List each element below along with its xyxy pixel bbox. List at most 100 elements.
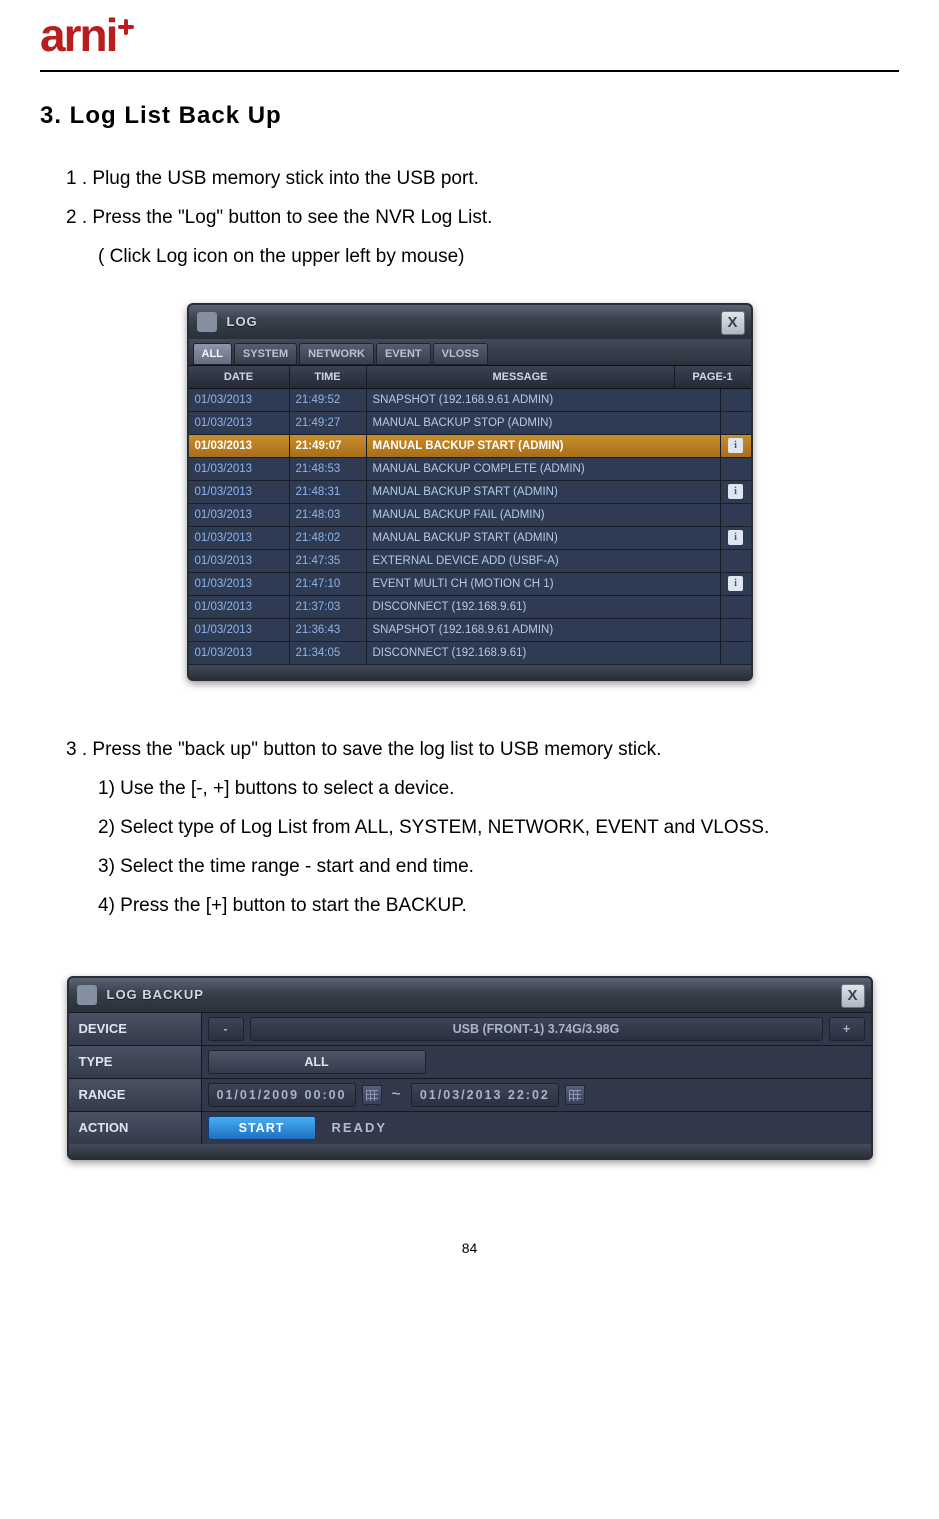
log-cell-time: 21:48:31 xyxy=(290,481,367,503)
brand-logo-text: arni xyxy=(40,8,116,62)
section-title: 3. Log List Back Up xyxy=(40,102,899,130)
log-window: LOG X ALLSYSTEMNETWORKEVENTVLOSS DATE TI… xyxy=(187,303,753,681)
log-cell-info xyxy=(721,458,751,480)
log-row[interactable]: 01/03/201321:48:31MANUAL BACKUP START (A… xyxy=(189,481,751,504)
log-cell-date: 01/03/2013 xyxy=(189,642,290,664)
device-plus-button[interactable]: + xyxy=(829,1017,865,1041)
log-footer xyxy=(189,665,751,679)
device-minus-button[interactable]: - xyxy=(208,1017,244,1041)
log-cell-date: 01/03/2013 xyxy=(189,412,290,434)
log-cell-time: 21:49:52 xyxy=(290,389,367,411)
device-value: USB (FRONT-1) 3.74G/3.98G xyxy=(250,1017,823,1041)
log-cell-info[interactable] xyxy=(721,527,751,549)
step-2-text: 2 . Press the "Log" button to see the NV… xyxy=(40,199,899,238)
log-backup-titlebar: LOG BACKUP X xyxy=(69,978,871,1012)
log-backup-footer xyxy=(69,1144,871,1158)
log-cell-message: MANUAL BACKUP START (ADMIN) xyxy=(367,481,721,503)
calendar-icon[interactable] xyxy=(362,1085,382,1105)
log-cell-message: MANUAL BACKUP START (ADMIN) xyxy=(367,527,721,549)
range-row: RANGE 01/01/2009 00:00 ~ 01/03/2013 22:0… xyxy=(69,1078,871,1111)
col-time-head: TIME xyxy=(290,366,367,388)
log-cell-info xyxy=(721,596,751,618)
log-tab-all[interactable]: ALL xyxy=(193,343,232,365)
action-row: ACTION START READY xyxy=(69,1111,871,1144)
log-backup-title-icon xyxy=(77,985,97,1005)
log-row[interactable]: 01/03/201321:47:35EXTERNAL DEVICE ADD (U… xyxy=(189,550,751,573)
log-cell-date: 01/03/2013 xyxy=(189,481,290,503)
log-cell-info xyxy=(721,550,751,572)
info-icon[interactable] xyxy=(728,530,743,545)
info-icon[interactable] xyxy=(728,438,743,453)
log-cell-time: 21:49:07 xyxy=(290,435,367,457)
info-icon[interactable] xyxy=(728,576,743,591)
calendar-icon[interactable] xyxy=(565,1085,585,1105)
log-tab-event[interactable]: EVENT xyxy=(376,343,431,365)
log-cell-info[interactable] xyxy=(721,573,751,595)
type-label: TYPE xyxy=(69,1046,202,1078)
range-from-value[interactable]: 01/01/2009 00:00 xyxy=(208,1083,356,1107)
range-label: RANGE xyxy=(69,1079,202,1111)
log-cell-time: 21:47:35 xyxy=(290,550,367,572)
step-3-text: 3 . Press the "back up" button to save t… xyxy=(40,731,899,770)
log-window-title: LOG xyxy=(227,314,258,329)
log-row[interactable]: 01/03/201321:49:07MANUAL BACKUP START (A… xyxy=(189,435,751,458)
brand-logo: arni xyxy=(40,0,899,66)
log-title-icon xyxy=(197,312,217,332)
page-number: 84 xyxy=(40,1240,899,1256)
log-row[interactable]: 01/03/201321:49:52SNAPSHOT (192.168.9.61… xyxy=(189,389,751,412)
log-row[interactable]: 01/03/201321:34:05DISCONNECT (192.168.9.… xyxy=(189,642,751,665)
type-row: TYPE ALL xyxy=(69,1045,871,1078)
log-row[interactable]: 01/03/201321:48:03MANUAL BACKUP FAIL (AD… xyxy=(189,504,751,527)
log-cell-info xyxy=(721,642,751,664)
log-row[interactable]: 01/03/201321:48:02MANUAL BACKUP START (A… xyxy=(189,527,751,550)
type-value[interactable]: ALL xyxy=(208,1050,426,1074)
log-cell-date: 01/03/2013 xyxy=(189,458,290,480)
action-label: ACTION xyxy=(69,1112,202,1144)
log-row[interactable]: 01/03/201321:36:43SNAPSHOT (192.168.9.61… xyxy=(189,619,751,642)
step-3-sub-1: 1) Use the [-, +] buttons to select a de… xyxy=(40,770,899,809)
log-cell-message: SNAPSHOT (192.168.9.61 ADMIN) xyxy=(367,619,721,641)
log-close-button[interactable]: X xyxy=(721,311,745,335)
log-cell-time: 21:34:05 xyxy=(290,642,367,664)
log-cell-time: 21:48:02 xyxy=(290,527,367,549)
log-cell-time: 21:47:10 xyxy=(290,573,367,595)
log-cell-info xyxy=(721,412,751,434)
log-row[interactable]: 01/03/201321:48:53MANUAL BACKUP COMPLETE… xyxy=(189,458,751,481)
log-tab-system[interactable]: SYSTEM xyxy=(234,343,297,365)
log-cell-date: 01/03/2013 xyxy=(189,619,290,641)
log-cell-date: 01/03/2013 xyxy=(189,435,290,457)
header-divider xyxy=(40,70,899,72)
log-cell-date: 01/03/2013 xyxy=(189,504,290,526)
log-row[interactable]: 01/03/201321:37:03DISCONNECT (192.168.9.… xyxy=(189,596,751,619)
range-to-value[interactable]: 01/03/2013 22:02 xyxy=(411,1083,559,1107)
log-cell-message: EXTERNAL DEVICE ADD (USBF-A) xyxy=(367,550,721,572)
log-cell-info[interactable] xyxy=(721,435,751,457)
step-2-sub-text: ( Click Log icon on the upper left by mo… xyxy=(40,238,899,277)
log-cell-message: MANUAL BACKUP FAIL (ADMIN) xyxy=(367,504,721,526)
log-cell-message: MANUAL BACKUP STOP (ADMIN) xyxy=(367,412,721,434)
log-table-body: 01/03/201321:49:52SNAPSHOT (192.168.9.61… xyxy=(189,389,751,665)
log-cell-message: MANUAL BACKUP START (ADMIN) xyxy=(367,435,721,457)
log-tab-network[interactable]: NETWORK xyxy=(299,343,374,365)
log-backup-close-button[interactable]: X xyxy=(841,984,865,1008)
log-cell-date: 01/03/2013 xyxy=(189,389,290,411)
brand-logo-mark xyxy=(118,19,134,35)
col-page-head: PAGE-1 xyxy=(675,366,751,388)
log-row[interactable]: 01/03/201321:49:27MANUAL BACKUP STOP (AD… xyxy=(189,412,751,435)
log-row[interactable]: 01/03/201321:47:10EVENT MULTI CH (MOTION… xyxy=(189,573,751,596)
log-cell-info[interactable] xyxy=(721,481,751,503)
col-message-head: MESSAGE xyxy=(367,366,675,388)
log-backup-window: LOG BACKUP X DEVICE - USB (FRONT-1) 3.74… xyxy=(67,976,873,1160)
step-3-sub-2: 2) Select type of Log List from ALL, SYS… xyxy=(40,809,899,848)
range-separator: ~ xyxy=(388,1086,405,1104)
log-cell-time: 21:49:27 xyxy=(290,412,367,434)
info-icon[interactable] xyxy=(728,484,743,499)
log-cell-info xyxy=(721,619,751,641)
device-row: DEVICE - USB (FRONT-1) 3.74G/3.98G + xyxy=(69,1012,871,1045)
log-cell-message: DISCONNECT (192.168.9.61) xyxy=(367,596,721,618)
step-1-text: 1 . Plug the USB memory stick into the U… xyxy=(40,160,899,199)
log-tabs: ALLSYSTEMNETWORKEVENTVLOSS xyxy=(189,339,751,365)
log-cell-message: SNAPSHOT (192.168.9.61 ADMIN) xyxy=(367,389,721,411)
log-tab-vloss[interactable]: VLOSS xyxy=(433,343,488,365)
start-button[interactable]: START xyxy=(208,1116,316,1140)
